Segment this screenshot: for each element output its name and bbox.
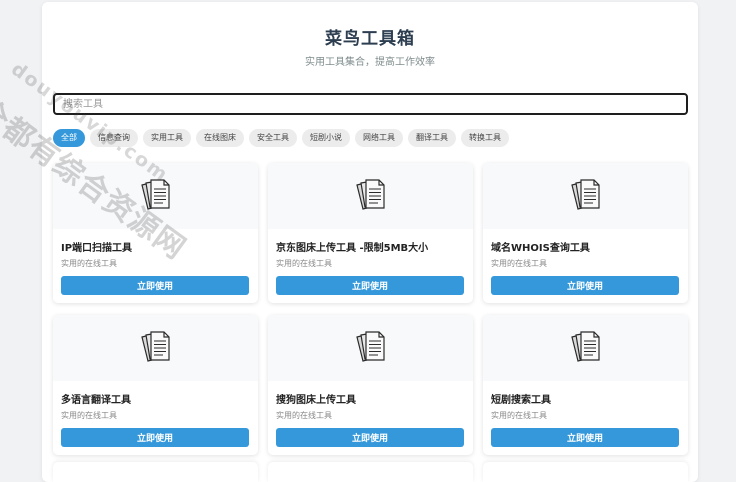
tab-image-host[interactable]: 在线图床 — [196, 129, 244, 147]
tab-network[interactable]: 网络工具 — [355, 129, 403, 147]
tab-convert[interactable]: 转换工具 — [461, 129, 509, 147]
tool-title: 多语言翻译工具 — [61, 395, 131, 406]
tool-title: 短剧搜索工具 — [491, 395, 551, 406]
tool-title: IP端口扫描工具 — [61, 243, 133, 254]
tool-title: 搜狗图床上传工具 — [276, 395, 356, 406]
document-icon — [138, 329, 174, 367]
tool-grid: IP端口扫描工具 实用的在线工具 立即使用 京东图床上传工具 -限制5MB大小 … — [53, 163, 688, 455]
tool-card[interactable]: 多语言翻译工具 实用的在线工具 立即使用 — [53, 315, 258, 455]
tool-card-partial — [53, 462, 258, 482]
use-now-button[interactable]: 立即使用 — [276, 276, 464, 295]
tab-info-query[interactable]: 信息查询 — [90, 129, 138, 147]
tool-description: 实用的在线工具 — [61, 411, 117, 420]
page-subtitle: 实用工具集合，提高工作效率 — [305, 57, 435, 68]
document-icon — [353, 177, 389, 215]
document-icon — [353, 329, 389, 367]
tool-card-partial — [483, 462, 688, 482]
card-icon-area — [268, 315, 473, 381]
tab-short-drama[interactable]: 短剧小说 — [302, 129, 350, 147]
tool-title: 域名WHOIS查询工具 — [491, 243, 590, 254]
tool-description: 实用的在线工具 — [276, 411, 332, 420]
card-icon-area — [483, 315, 688, 381]
card-icon-area — [53, 315, 258, 381]
document-icon — [568, 177, 604, 215]
document-icon — [138, 177, 174, 215]
tool-title: 京东图床上传工具 -限制5MB大小 — [276, 243, 429, 254]
use-now-button[interactable]: 立即使用 — [276, 428, 464, 447]
tool-card[interactable]: 搜狗图床上传工具 实用的在线工具 立即使用 — [268, 315, 473, 455]
tab-security[interactable]: 安全工具 — [249, 129, 297, 147]
tab-translate[interactable]: 翻译工具 — [408, 129, 456, 147]
tool-card[interactable]: 域名WHOIS查询工具 实用的在线工具 立即使用 — [483, 163, 688, 303]
use-now-button[interactable]: 立即使用 — [491, 428, 679, 447]
search-input[interactable] — [53, 93, 688, 115]
tool-description: 实用的在线工具 — [276, 259, 332, 268]
tab-utility[interactable]: 实用工具 — [143, 129, 191, 147]
tool-description: 实用的在线工具 — [491, 411, 547, 420]
tool-description: 实用的在线工具 — [61, 259, 117, 268]
tool-card[interactable]: 京东图床上传工具 -限制5MB大小 实用的在线工具 立即使用 — [268, 163, 473, 303]
card-icon-area — [483, 163, 688, 229]
card-icon-area — [53, 163, 258, 229]
use-now-button[interactable]: 立即使用 — [491, 276, 679, 295]
tool-description: 实用的在线工具 — [491, 259, 547, 268]
tool-card[interactable]: 短剧搜索工具 实用的在线工具 立即使用 — [483, 315, 688, 455]
use-now-button[interactable]: 立即使用 — [61, 428, 249, 447]
tab-all[interactable]: 全部 — [53, 129, 85, 147]
use-now-button[interactable]: 立即使用 — [61, 276, 249, 295]
tool-card-partial — [268, 462, 473, 482]
page-title: 菜鸟工具箱 — [325, 29, 415, 49]
tool-card[interactable]: IP端口扫描工具 实用的在线工具 立即使用 — [53, 163, 258, 303]
category-tabs: 全部 信息查询 实用工具 在线图床 安全工具 短剧小说 网络工具 翻译工具 转换… — [53, 129, 509, 147]
card-icon-area — [268, 163, 473, 229]
document-icon — [568, 329, 604, 367]
tool-panel: 菜鸟工具箱 实用工具集合，提高工作效率 全部 信息查询 实用工具 在线图床 安全… — [42, 2, 698, 482]
